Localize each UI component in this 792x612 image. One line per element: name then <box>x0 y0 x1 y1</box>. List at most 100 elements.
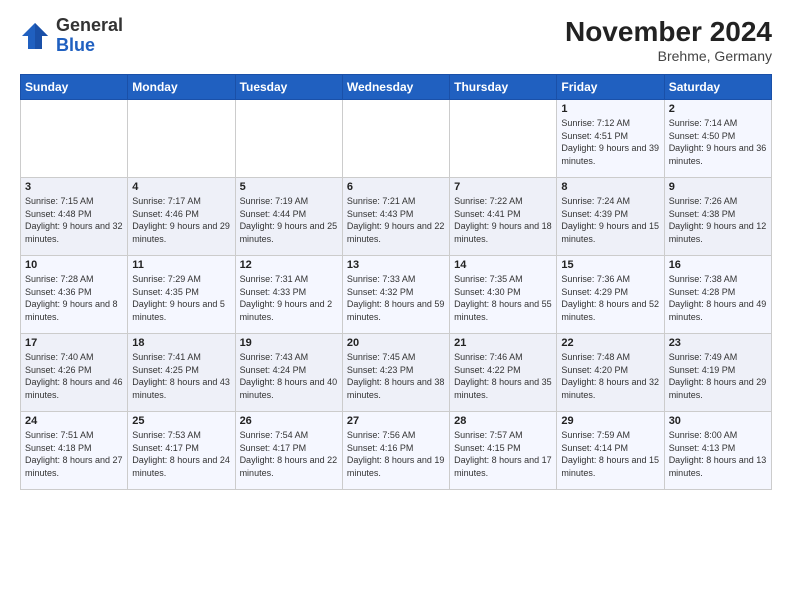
day-info: Sunrise: 7:36 AM Sunset: 4:29 PM Dayligh… <box>561 273 659 323</box>
cell-3-2: 19 Sunrise: 7:43 AM Sunset: 4:24 PM Dayli… <box>235 334 342 412</box>
header-row: Sunday Monday Tuesday Wednesday Thursday… <box>21 75 772 100</box>
day-info: Sunrise: 7:57 AM Sunset: 4:15 PM Dayligh… <box>454 429 552 479</box>
cell-2-0: 10 Sunrise: 7:28 AM Sunset: 4:36 PM Dayli… <box>21 256 128 334</box>
col-friday: Friday <box>557 75 664 100</box>
day-info: Sunrise: 7:26 AM Sunset: 4:38 PM Dayligh… <box>669 195 767 245</box>
cell-3-0: 17Sunrise: 7:40 AM Sunset: 4:26 PM Dayli… <box>21 334 128 412</box>
day-number: 18 <box>132 337 230 349</box>
cell-3-3: 20 Sunrise: 7:45 AM Sunset: 4:23 PM Dayli… <box>342 334 449 412</box>
col-monday: Monday <box>128 75 235 100</box>
cell-2-6: 16Sunrise: 7:38 AM Sunset: 4:28 PM Dayli… <box>664 256 771 334</box>
day-info: Sunrise: 7:12 AM Sunset: 4:51 PM Dayligh… <box>561 117 659 167</box>
day-number: 11 <box>132 259 230 271</box>
day-info: Sunrise: 7:45 AM Sunset: 4:23 PM Dayligh… <box>347 351 445 401</box>
cell-1-6: 9 Sunrise: 7:26 AM Sunset: 4:38 PM Daylig… <box>664 178 771 256</box>
col-thursday: Thursday <box>450 75 557 100</box>
cell-0-6: 2 Sunrise: 7:14 AM Sunset: 4:50 PM Daylig… <box>664 100 771 178</box>
week-row-2: 3 Sunrise: 7:15 AM Sunset: 4:48 PM Daylig… <box>21 178 772 256</box>
location: Brehme, Germany <box>565 48 772 64</box>
page: General Blue November 2024 Brehme, Germa… <box>0 0 792 612</box>
day-info: Sunrise: 7:46 AM Sunset: 4:22 PM Dayligh… <box>454 351 552 401</box>
cell-4-5: 29 Sunrise: 7:59 AM Sunset: 4:14 PM Dayli… <box>557 412 664 490</box>
day-number: 8 <box>561 181 659 193</box>
cell-0-5: 1Sunrise: 7:12 AM Sunset: 4:51 PM Daylig… <box>557 100 664 178</box>
day-info: Sunrise: 7:17 AM Sunset: 4:46 PM Dayligh… <box>132 195 230 245</box>
day-number: 3 <box>25 181 123 193</box>
header: General Blue November 2024 Brehme, Germa… <box>20 16 772 64</box>
day-info: Sunrise: 8:00 AM Sunset: 4:13 PM Dayligh… <box>669 429 767 479</box>
cell-2-5: 15 Sunrise: 7:36 AM Sunset: 4:29 PM Dayli… <box>557 256 664 334</box>
col-wednesday: Wednesday <box>342 75 449 100</box>
week-row-5: 24 Sunrise: 7:51 AM Sunset: 4:18 PM Dayli… <box>21 412 772 490</box>
day-info: Sunrise: 7:49 AM Sunset: 4:19 PM Dayligh… <box>669 351 767 401</box>
day-number: 26 <box>240 415 338 427</box>
week-row-1: 1Sunrise: 7:12 AM Sunset: 4:51 PM Daylig… <box>21 100 772 178</box>
cell-2-2: 12 Sunrise: 7:31 AM Sunset: 4:33 PM Dayli… <box>235 256 342 334</box>
day-info: Sunrise: 7:40 AM Sunset: 4:26 PM Dayligh… <box>25 351 123 401</box>
day-number: 14 <box>454 259 552 271</box>
day-number: 21 <box>454 337 552 349</box>
cell-3-5: 22Sunrise: 7:48 AM Sunset: 4:20 PM Dayli… <box>557 334 664 412</box>
day-number: 2 <box>669 103 767 115</box>
cell-3-6: 23Sunrise: 7:49 AM Sunset: 4:19 PM Dayli… <box>664 334 771 412</box>
title-block: November 2024 Brehme, Germany <box>565 16 772 64</box>
day-number: 10 <box>25 259 123 271</box>
cell-0-3 <box>342 100 449 178</box>
day-info: Sunrise: 7:24 AM Sunset: 4:39 PM Dayligh… <box>561 195 659 245</box>
day-number: 27 <box>347 415 445 427</box>
cell-1-5: 8 Sunrise: 7:24 AM Sunset: 4:39 PM Daylig… <box>557 178 664 256</box>
cell-0-0 <box>21 100 128 178</box>
cell-3-1: 18 Sunrise: 7:41 AM Sunset: 4:25 PM Dayli… <box>128 334 235 412</box>
cell-4-3: 27 Sunrise: 7:56 AM Sunset: 4:16 PM Dayli… <box>342 412 449 490</box>
week-row-3: 10 Sunrise: 7:28 AM Sunset: 4:36 PM Dayli… <box>21 256 772 334</box>
col-saturday: Saturday <box>664 75 771 100</box>
month-year: November 2024 <box>565 16 772 48</box>
day-info: Sunrise: 7:41 AM Sunset: 4:25 PM Dayligh… <box>132 351 230 401</box>
day-info: Sunrise: 7:19 AM Sunset: 4:44 PM Dayligh… <box>240 195 338 245</box>
cell-4-1: 25 Sunrise: 7:53 AM Sunset: 4:17 PM Dayli… <box>128 412 235 490</box>
day-number: 13 <box>347 259 445 271</box>
day-number: 4 <box>132 181 230 193</box>
day-info: Sunrise: 7:59 AM Sunset: 4:14 PM Dayligh… <box>561 429 659 479</box>
day-info: Sunrise: 7:56 AM Sunset: 4:16 PM Dayligh… <box>347 429 445 479</box>
day-number: 20 <box>347 337 445 349</box>
logo-text: General Blue <box>56 16 123 56</box>
cell-4-2: 26 Sunrise: 7:54 AM Sunset: 4:17 PM Dayli… <box>235 412 342 490</box>
week-row-4: 17Sunrise: 7:40 AM Sunset: 4:26 PM Dayli… <box>21 334 772 412</box>
cell-1-0: 3 Sunrise: 7:15 AM Sunset: 4:48 PM Daylig… <box>21 178 128 256</box>
day-info: Sunrise: 7:43 AM Sunset: 4:24 PM Dayligh… <box>240 351 338 401</box>
day-number: 9 <box>669 181 767 193</box>
day-number: 16 <box>669 259 767 271</box>
day-number: 29 <box>561 415 659 427</box>
cell-1-2: 5 Sunrise: 7:19 AM Sunset: 4:44 PM Daylig… <box>235 178 342 256</box>
day-number: 19 <box>240 337 338 349</box>
day-number: 24 <box>25 415 123 427</box>
cell-0-2 <box>235 100 342 178</box>
day-number: 15 <box>561 259 659 271</box>
day-number: 12 <box>240 259 338 271</box>
day-info: Sunrise: 7:31 AM Sunset: 4:33 PM Dayligh… <box>240 273 338 323</box>
day-info: Sunrise: 7:14 AM Sunset: 4:50 PM Dayligh… <box>669 117 767 167</box>
cell-3-4: 21 Sunrise: 7:46 AM Sunset: 4:22 PM Dayli… <box>450 334 557 412</box>
day-number: 7 <box>454 181 552 193</box>
cell-2-3: 13 Sunrise: 7:33 AM Sunset: 4:32 PM Dayli… <box>342 256 449 334</box>
day-info: Sunrise: 7:33 AM Sunset: 4:32 PM Dayligh… <box>347 273 445 323</box>
cell-4-0: 24 Sunrise: 7:51 AM Sunset: 4:18 PM Dayli… <box>21 412 128 490</box>
day-number: 6 <box>347 181 445 193</box>
cell-1-4: 7Sunrise: 7:22 AM Sunset: 4:41 PM Daylig… <box>450 178 557 256</box>
day-info: Sunrise: 7:54 AM Sunset: 4:17 PM Dayligh… <box>240 429 338 479</box>
cell-0-4 <box>450 100 557 178</box>
day-info: Sunrise: 7:28 AM Sunset: 4:36 PM Dayligh… <box>25 273 123 323</box>
day-info: Sunrise: 7:51 AM Sunset: 4:18 PM Dayligh… <box>25 429 123 479</box>
cell-2-4: 14 Sunrise: 7:35 AM Sunset: 4:30 PM Dayli… <box>450 256 557 334</box>
day-number: 25 <box>132 415 230 427</box>
day-info: Sunrise: 7:35 AM Sunset: 4:30 PM Dayligh… <box>454 273 552 323</box>
cell-1-3: 6Sunrise: 7:21 AM Sunset: 4:43 PM Daylig… <box>342 178 449 256</box>
cell-4-4: 28Sunrise: 7:57 AM Sunset: 4:15 PM Dayli… <box>450 412 557 490</box>
day-info: Sunrise: 7:53 AM Sunset: 4:17 PM Dayligh… <box>132 429 230 479</box>
day-info: Sunrise: 7:48 AM Sunset: 4:20 PM Dayligh… <box>561 351 659 401</box>
day-number: 5 <box>240 181 338 193</box>
cell-2-1: 11Sunrise: 7:29 AM Sunset: 4:35 PM Dayli… <box>128 256 235 334</box>
day-info: Sunrise: 7:15 AM Sunset: 4:48 PM Dayligh… <box>25 195 123 245</box>
col-tuesday: Tuesday <box>235 75 342 100</box>
